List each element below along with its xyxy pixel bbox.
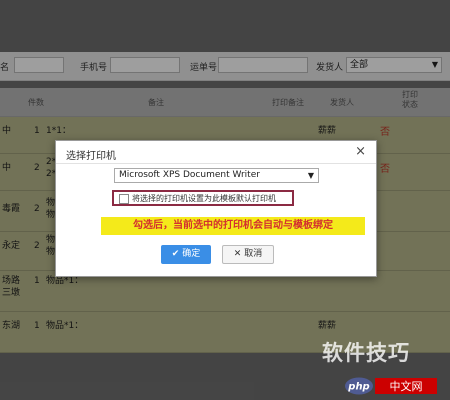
svg-text:php: php	[347, 382, 369, 393]
caret-down-icon: ▼	[307, 171, 314, 180]
default-printer-label: 将选择的打印机设置为此模板默认打印机	[132, 194, 276, 203]
app-window: 名 手机号 运单号 发货人 全部 ▼ 件数 备注 打印备注 发货人 打印 状态 …	[0, 0, 450, 400]
confirm-label: 确定	[182, 249, 201, 259]
cancel-button[interactable]: ✕ 取消	[222, 245, 274, 264]
default-printer-option[interactable]: 将选择的打印机设置为此模板默认打印机	[112, 190, 294, 206]
select-printer-dialog: 选择打印机 × Microsoft XPS Document Writer ▼ …	[55, 140, 377, 277]
default-printer-checkbox[interactable]	[119, 194, 129, 204]
dialog-title: 选择打印机	[66, 151, 116, 162]
check-icon: ✔	[171, 249, 180, 259]
watermark-text: 软件技巧	[322, 341, 410, 365]
confirm-button[interactable]: ✔ 确定	[161, 245, 211, 264]
printer-select[interactable]: Microsoft XPS Document Writer ▼	[114, 168, 319, 183]
close-icon[interactable]: ×	[355, 144, 366, 159]
printer-select-value: Microsoft XPS Document Writer	[119, 170, 260, 180]
hint-banner: 勾选后，当前选中的打印机会自动与模板绑定	[101, 217, 365, 235]
cancel-label: 取消	[244, 249, 263, 259]
php-logo-watermark: php 中文网	[345, 377, 437, 395]
dialog-divider	[56, 163, 376, 164]
svg-text:中文网: 中文网	[390, 379, 423, 393]
x-icon: ✕	[233, 249, 242, 259]
